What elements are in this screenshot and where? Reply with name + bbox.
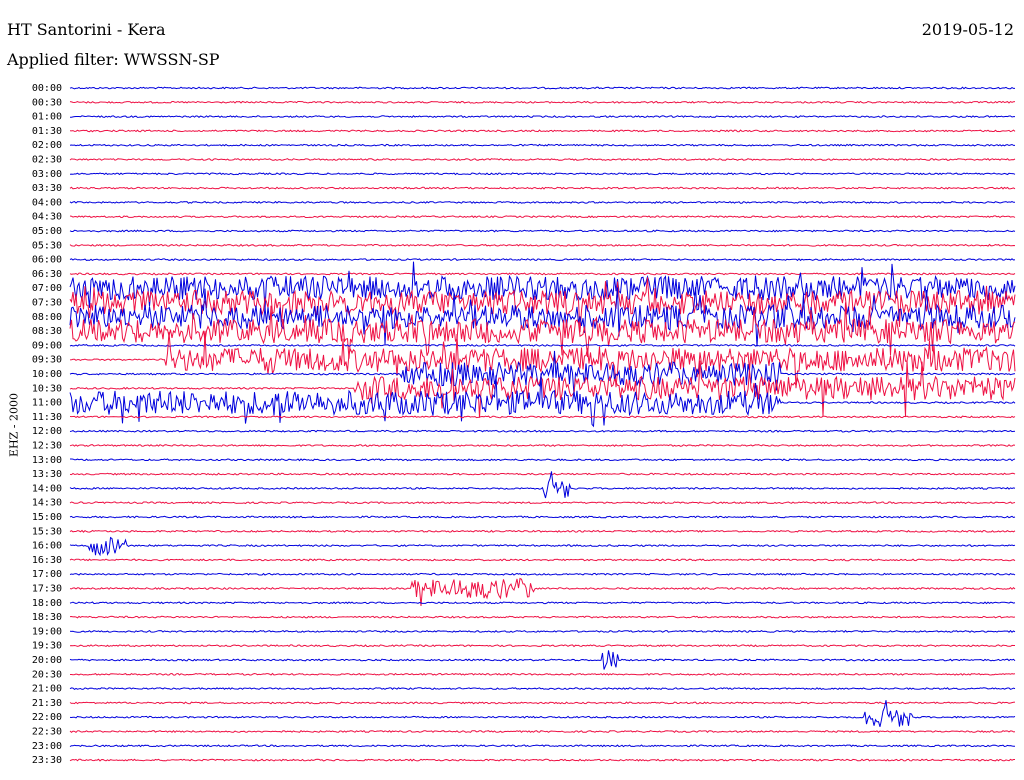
seismic-trace-1700 [69,572,1016,576]
row-time-label: 07:30 [32,298,62,309]
row-time-label: 22:00 [32,712,62,723]
row-time-label: 03:30 [32,183,62,194]
seismic-trace-1400 [69,471,1016,499]
row-time-label: 05:00 [32,226,62,237]
seismic-trace-0000 [69,86,1015,90]
row-time-label: 10:00 [32,369,62,380]
seismic-trace-2100 [69,687,1016,691]
row-time-label: 14:30 [32,498,62,509]
seismic-trace-2200 [69,700,1016,727]
row-time-label: 02:00 [32,140,62,151]
row-time-label: 09:00 [32,340,62,351]
row-time-label: 06:30 [32,269,62,280]
row-time-label: 16:00 [32,541,62,552]
row-time-label: 11:00 [32,398,62,409]
seismic-trace-1330 [69,472,1016,476]
seismic-trace-1600 [69,536,1016,557]
seismic-trace-2330 [69,758,1015,762]
seismic-trace-1930 [69,644,1015,648]
seismic-trace-0530 [69,243,1016,247]
seismic-trace-0600 [69,258,1016,262]
row-time-label: 18:30 [32,612,62,623]
row-time-label: 22:30 [32,727,62,738]
seismic-trace-1630 [69,558,1016,562]
row-time-label: 03:00 [32,169,62,180]
row-time-label: 13:30 [32,469,62,480]
seismic-trace-0630 [69,272,1016,276]
row-time-label: 21:30 [32,698,62,709]
row-time-label: 12:30 [32,441,62,452]
seismic-trace-1830 [69,615,1016,619]
seismic-trace-1430 [69,501,1016,505]
row-time-label: 17:00 [32,569,62,580]
row-time-label: 19:00 [32,626,62,637]
row-time-label: 18:00 [32,598,62,609]
row-time-label: 21:00 [32,684,62,695]
seismic-trace-0900 [69,343,1016,347]
seismic-trace-1200 [69,429,1016,433]
row-time-label: 10:30 [32,383,62,394]
seismic-trace-1500 [69,515,1016,519]
seismic-trace-2000 [69,650,1016,670]
row-time-label: 01:30 [32,126,62,137]
row-time-label: 00:00 [32,83,62,94]
row-time-label: 20:30 [32,669,62,680]
row-time-label: 09:30 [32,355,62,366]
seismic-trace-1730 [69,577,1016,606]
seismic-trace-0200 [69,143,1015,147]
row-time-label: 17:30 [32,584,62,595]
row-time-label: 23:00 [32,741,62,752]
seismic-trace-2230 [69,729,1016,734]
row-time-label: 01:00 [32,112,62,123]
seismic-trace-1130 [69,415,1016,419]
row-time-label: 14:00 [32,483,62,494]
seismic-trace-0300 [69,172,1016,176]
row-time-label: 15:30 [32,526,62,537]
helicorder-plot: 00:00 00:30 01:00 01:30 02:00 02:30 03:00 03:30… [32,83,1016,766]
seismic-trace-2030 [70,672,1016,676]
row-time-label: 16:30 [32,555,62,566]
row-time-label: 20:00 [32,655,62,666]
row-time-label: 06:00 [32,255,62,266]
row-time-label: 13:00 [32,455,62,466]
seismic-trace-1900 [69,629,1016,633]
row-time-label: 19:30 [32,641,62,652]
row-time-label: 04:00 [32,197,62,208]
row-time-label: 07:00 [32,283,62,294]
seismic-trace-1530 [69,529,1016,533]
seismic-trace-0330 [69,186,1016,190]
seismic-trace-0130 [69,129,1016,133]
seismic-trace-2300 [69,744,1015,748]
seismic-trace-1300 [70,458,1016,462]
row-time-label: 23:30 [32,755,62,766]
row-time-label: 00:30 [32,97,62,108]
seismic-trace-1800 [69,601,1016,605]
seismic-trace-0230 [69,158,1016,161]
row-time-label: 11:30 [32,412,62,423]
seismic-trace-0030 [69,100,1016,104]
row-time-label: 12:00 [32,426,62,437]
seismic-trace-2130 [69,701,1016,705]
row-time-label: 05:30 [32,240,62,251]
row-time-label: 08:30 [32,326,62,337]
row-time-label: 04:30 [32,212,62,223]
seismic-trace-0500 [69,229,1016,233]
seismic-trace-1230 [69,444,1016,447]
row-time-label: 08:00 [32,312,62,323]
row-time-label: 02:30 [32,155,62,166]
seismic-trace-0400 [69,200,1016,204]
row-time-label: 15:00 [32,512,62,523]
seismic-trace-0430 [69,215,1016,219]
seismic-trace-0100 [69,115,1015,119]
